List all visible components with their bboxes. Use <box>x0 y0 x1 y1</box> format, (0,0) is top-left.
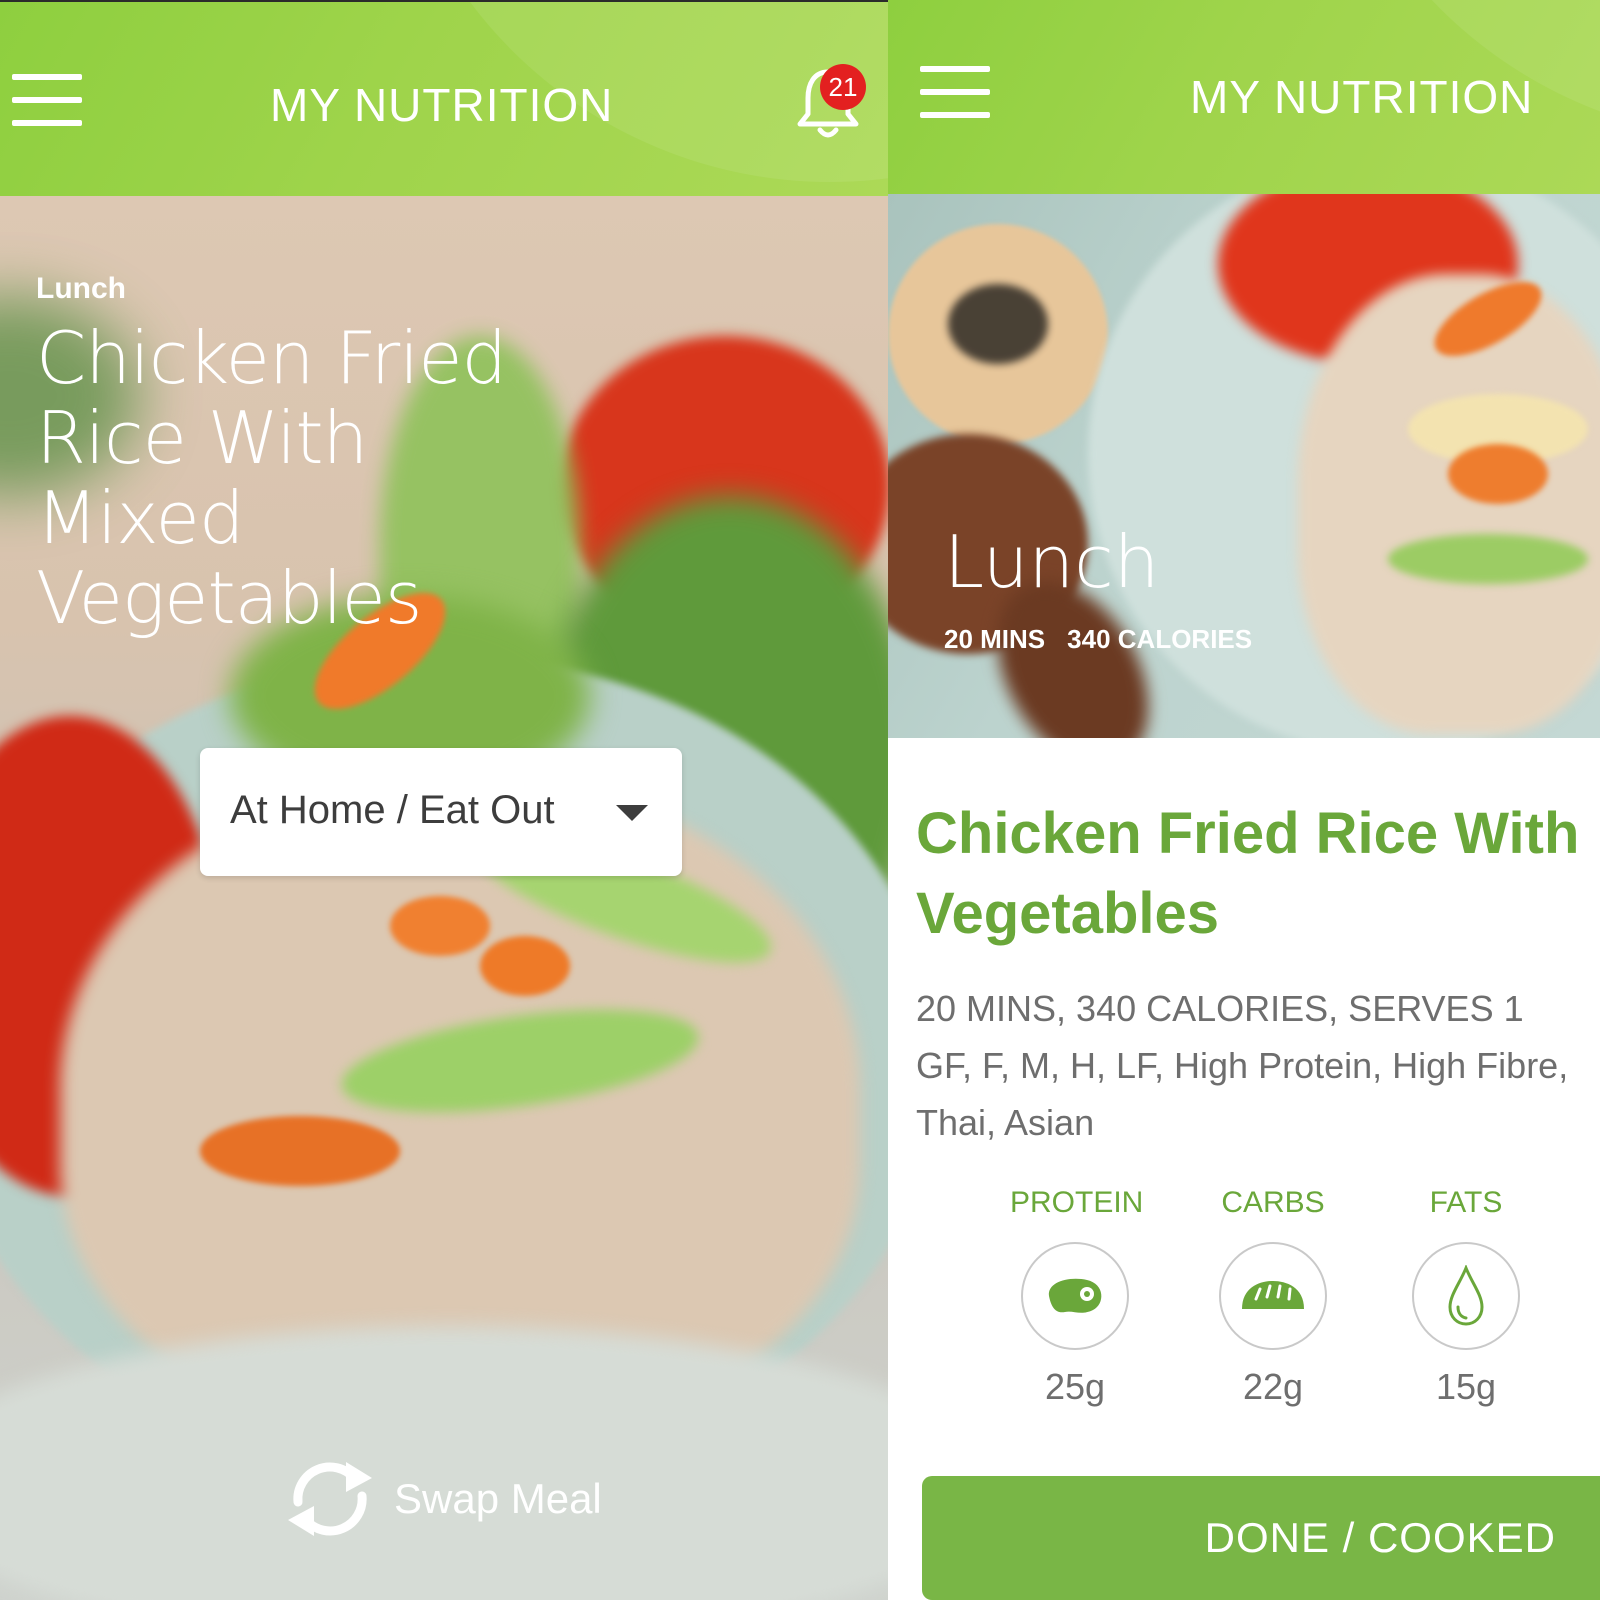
recipe-title: Chicken Fried Rice With Vegetables <box>916 794 1600 954</box>
swap-meal-label: Swap Meal <box>394 1475 602 1522</box>
macro-value: 15g <box>1435 1366 1497 1407</box>
chevron-down-icon <box>616 805 648 821</box>
location-dropdown-value: At Home / Eat Out <box>230 788 555 832</box>
done-cooked-label: DONE / COOKED <box>1204 1514 1556 1561</box>
meal-meta: 20 MINS 340 CALORIES <box>944 624 1252 655</box>
steak-icon <box>1048 1278 1102 1313</box>
macro-label: PROTEIN <box>1010 1186 1144 1219</box>
recipe-info: 20 MINS, 340 CALORIES, SERVES 1 GF, F, M… <box>916 980 1600 1151</box>
refresh-icon <box>288 1462 372 1536</box>
macro-carbs: CARBS 22g <box>1208 1186 1338 1408</box>
meal-title: Chicken Fried Rice With Mixed Vegetables <box>36 316 507 640</box>
app-header: MY NUTRITION <box>888 0 1600 196</box>
meal-overview-screen: MY NUTRITION 21 Lunch Chicken Fried Rice… <box>0 0 888 1600</box>
bread-icon <box>1242 1281 1304 1309</box>
recipe-tags-line-2: Thai, Asian <box>916 1102 1095 1143</box>
location-dropdown[interactable]: At Home / Eat Out <box>200 748 682 876</box>
menu-icon[interactable] <box>12 74 82 126</box>
notification-badge: 21 <box>820 64 866 110</box>
meal-type-label: Lunch <box>944 520 1160 604</box>
macro-icon-circle <box>1412 1242 1520 1350</box>
app-title: MY NUTRITION <box>1190 71 1534 123</box>
meal-type-label: Lunch <box>36 272 126 305</box>
macro-label: FATS <box>1429 1186 1503 1219</box>
recipe-title-line-1: Chicken Fried Rice With <box>916 801 1580 866</box>
macro-value: 25g <box>1044 1366 1106 1407</box>
macro-icon-circle <box>1021 1242 1129 1350</box>
drop-icon <box>1448 1265 1484 1326</box>
meal-calories: 340 CALORIES <box>1067 624 1253 654</box>
meal-time: 20 MINS <box>944 624 1046 654</box>
recipe-tags-line-1: GF, F, M, H, LF, High Protein, High Fibr… <box>916 1045 1569 1086</box>
recipe-title-line-2: Vegetables <box>916 881 1220 946</box>
recipe-detail-screen: MY NUTRITION Lunch 20 MINS 340 CALORIES C… <box>888 0 1600 1600</box>
menu-icon[interactable] <box>920 66 990 118</box>
macro-fats: FATS 15g <box>1401 1186 1531 1408</box>
macro-value: 22g <box>1242 1366 1304 1407</box>
macro-label: CARBS <box>1221 1186 1325 1219</box>
recipe-summary: 20 MINS, 340 CALORIES, SERVES 1 <box>916 988 1524 1029</box>
app-title: MY NUTRITION <box>270 79 614 131</box>
macro-icon-circle <box>1219 1242 1327 1350</box>
macro-protein: PROTEIN 25g <box>1010 1186 1144 1408</box>
done-cooked-button[interactable]: DONE / COOKED <box>922 1476 1600 1600</box>
swap-meal-button[interactable]: Swap Meal <box>284 1458 602 1540</box>
app-header: MY NUTRITION 21 <box>0 0 888 196</box>
meal-photo <box>888 194 1600 738</box>
